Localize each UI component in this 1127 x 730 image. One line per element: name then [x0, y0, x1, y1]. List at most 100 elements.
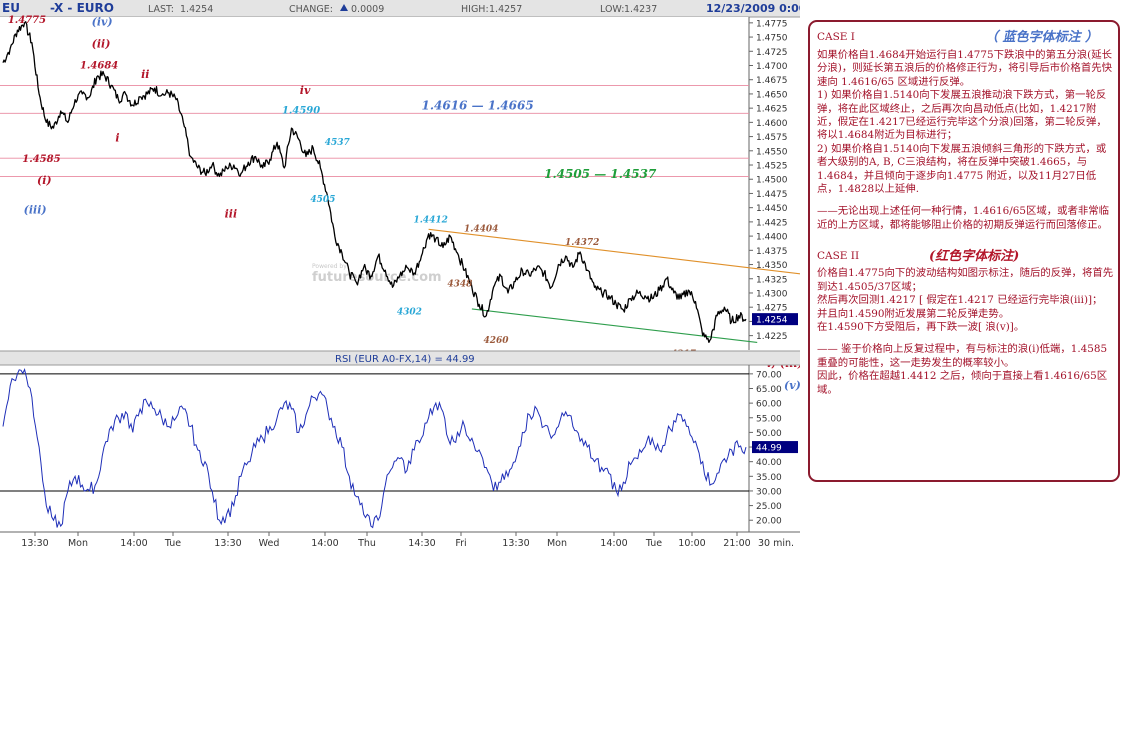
x-tick-label: Mon	[68, 538, 88, 549]
wave-label: i	[115, 132, 119, 145]
symbol-left: EU	[2, 1, 20, 15]
price-tick-label: 1.4725	[756, 48, 788, 58]
rsi-tick-label: 60.00	[756, 400, 782, 410]
wave-label: 1.4412	[413, 215, 447, 225]
case1-paragraph-1: 如果价格自1.4684开始运行自1.4775下跌浪中的第五分浪(延长分浪)，则延…	[817, 49, 1112, 88]
wave-label: iii	[225, 207, 238, 220]
x-tick-label: 14:00	[600, 538, 627, 549]
price-tick-label: 1.4375	[756, 247, 788, 257]
rsi-series	[2, 367, 747, 529]
wave-label: 4302	[397, 308, 422, 318]
wave-label: 1.4616 — 1.4665	[421, 98, 533, 112]
wave-label: 1.4775	[8, 15, 46, 26]
price-tick-label: 1.4500	[756, 176, 788, 186]
rsi-line	[2, 367, 747, 529]
x-tick-label: 14:00	[120, 538, 147, 549]
wave-label-v-paren: (v)	[784, 379, 800, 392]
x-tick-label: Tue	[164, 538, 181, 549]
wave-label: 1.4684	[80, 60, 118, 71]
price-tick-label: 1.4575	[756, 133, 788, 143]
wave-label: 4505	[310, 195, 335, 205]
chart-canvas: EU -X - EURO LAST: 1.4254 CHANGE: 0.0009…	[0, 0, 800, 549]
price-tick-label: 1.4750	[756, 34, 788, 44]
case1-label: CASE I	[817, 31, 855, 44]
rsi-tick-label: 40.00	[756, 458, 782, 468]
wave-label: 1.4585	[22, 154, 60, 165]
x-tick-label: Thu	[357, 538, 376, 549]
price-tick-label: 1.4400	[756, 233, 788, 243]
case2-paragraph-1: 价格自1.4775向下的波动结构如图示标注，随后的反弹，将首先到达1.4505/…	[817, 267, 1114, 293]
rsi-tick-label: 70.00	[756, 370, 782, 380]
x-tick-label: 13:30	[214, 538, 241, 549]
wave-label: (ii)	[92, 37, 111, 50]
rsi-tick-label: 25.00	[756, 502, 782, 512]
x-tick-label: 14:30	[408, 538, 435, 549]
watermark-brand: futuresource.com	[312, 270, 442, 285]
case2-paragraph-3: 并且向1.4590附近发展第二轮反弹走势。	[817, 307, 1010, 320]
rsi-current-tag: 44.99	[752, 441, 798, 454]
price-tick-label: 1.4550	[756, 147, 788, 157]
case2-paragraph-2: 然后再次回测1.4217 [ 假定在1.4217 已经运行完毕浪(iii)]；	[817, 294, 1103, 307]
price-tick-label: 1.4475	[756, 190, 788, 200]
low-label: LOW:	[600, 4, 624, 15]
wave-label: (i)	[37, 174, 52, 187]
case1-legend-note: （ 蓝色字体标注 ）	[985, 30, 1099, 46]
case2-paragraph-6: 因此，价格在超越1.4412 之后，倾向于直接上看1.4616/65区域。	[817, 370, 1108, 396]
change-value: 0.0009	[351, 4, 384, 15]
rsi-y-axis: 70.0065.0060.0055.0050.0045.0040.0035.00…	[0, 370, 782, 527]
wave-label: (iii)	[24, 203, 47, 216]
case2-paragraph-5: —— 鉴于价格向上反复过程中，有与标注的浪(i)低端，1.4585重叠的可能性，…	[817, 343, 1108, 369]
price-tick-label: 1.4700	[756, 62, 788, 72]
wave-label: 4348	[447, 280, 473, 290]
wave-label: iv	[300, 84, 311, 97]
price-tick-label: 1.4225	[756, 332, 788, 342]
wave-label: 1.4372	[565, 238, 599, 248]
rsi-tick-label: 35.00	[756, 473, 782, 483]
rsi-tick-label: 20.00	[756, 517, 782, 527]
price-tick-label: 1.4300	[756, 289, 788, 299]
rsi-tick-label: 55.00	[756, 414, 782, 424]
case2-paragraph-4: 在1.4590下方受阻后，再下跌一波[ 浪(v)]。	[817, 320, 1025, 333]
wave-label: (iv)	[92, 16, 113, 29]
time-x-axis: 13:30 Mon 14:00 Tue 13:30 Wed 14:00 Thu 14:30 Fri…	[21, 532, 794, 549]
price-tick-label: 1.4275	[756, 304, 788, 314]
case1-paragraph-2: 1) 如果价格自1.5140向下发展五浪推动浪下跌方式，第一轮反弹，将在此区域终…	[817, 89, 1107, 142]
rsi-tick-label: 30.00	[756, 487, 782, 497]
last-value: 1.4254	[180, 4, 213, 15]
current-price-label: 1.4254	[756, 316, 788, 326]
wave-label: 1.4590	[282, 105, 320, 116]
x-tick-label: Tue	[645, 538, 662, 549]
rsi-tick-label: 65.00	[756, 385, 782, 395]
rsi-tick-label: 50.00	[756, 429, 782, 439]
price-y-axis: 1.4775 1.4750 1.4725 1.4700 1.4675 1.4650 1.46…	[749, 19, 788, 342]
change-label: CHANGE:	[289, 4, 333, 15]
price-tick-label: 1.4325	[756, 275, 788, 285]
high-value: 1.4257	[489, 4, 522, 15]
current-price-tag: 1.4254	[752, 313, 798, 326]
x-tick-label: 30 min.	[758, 538, 794, 549]
high-label: HIGH:	[461, 4, 489, 15]
case1-paragraph-4: ——无论出现上述任何一种行情，1.4616/65区域，或者非常临近的上方区域，都…	[817, 205, 1110, 231]
price-tick-label: 1.4675	[756, 76, 788, 86]
x-tick-label: Mon	[547, 538, 567, 549]
wave-label: 1.4404	[464, 225, 498, 235]
case1-paragraph-3: 2) 如果价格自1.5140向下发展五浪倾斜三角形的下跌方式，或者大级别的A, …	[817, 142, 1107, 196]
x-tick-label: 13:30	[21, 538, 48, 549]
analysis-notes-panel: CASE I （ 蓝色字体标注 ） 如果价格自1.4684开始运行自1.4775…	[808, 20, 1120, 482]
rsi-current-label: 44.99	[756, 444, 782, 454]
x-tick-label: 10:00	[678, 538, 705, 549]
price-tick-label: 1.4625	[756, 105, 788, 115]
low-value: 1.4237	[624, 4, 657, 15]
x-tick-label: 13:30	[502, 538, 529, 549]
datetime: 12/23/2009 0:00	[706, 2, 800, 15]
x-tick-label: Fri	[455, 538, 466, 549]
wave-label: 4260	[483, 336, 509, 346]
rsi-header: RSI (EUR A0-FX,14) = 44.99	[335, 354, 475, 365]
last-label: LAST:	[148, 4, 174, 15]
header-bar	[0, 0, 800, 17]
price-tick-label: 1.4775	[756, 19, 788, 29]
case2-label: CASE II	[817, 249, 860, 262]
wave-label: ii	[141, 68, 149, 81]
case2-legend-note: (红色字体标注)	[929, 248, 1020, 264]
wave-label: 4537	[325, 138, 351, 148]
